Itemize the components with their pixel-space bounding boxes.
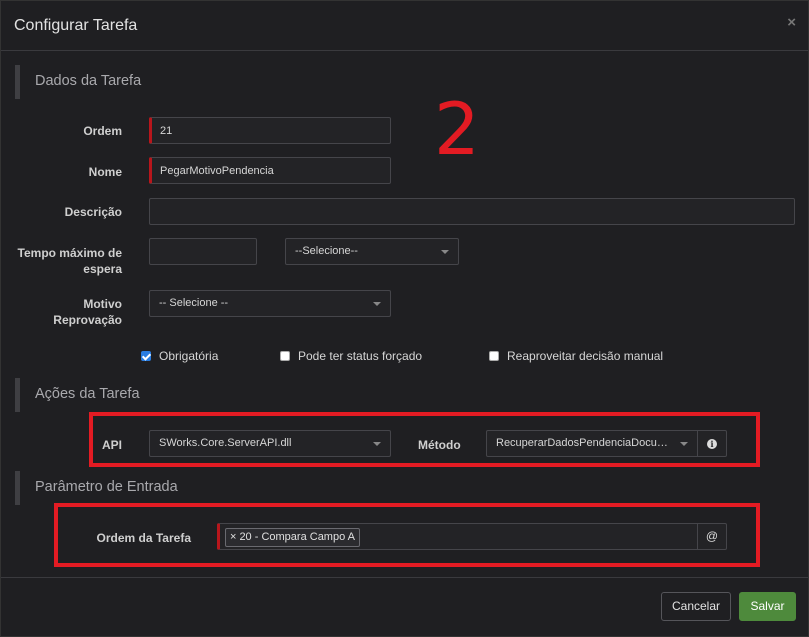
- modal-header: Configurar Tarefa ×: [1, 1, 808, 51]
- section-title-parametro: Parâmetro de Entrada: [35, 479, 178, 495]
- checkbox-reaproveitar[interactable]: Reaproveitar decisão manual: [489, 349, 663, 363]
- tempo-label-line2: espera: [83, 262, 122, 276]
- section-title-dados: Dados da Tarefa: [35, 73, 142, 89]
- checkbox-obrigatoria[interactable]: Obrigatória: [141, 349, 218, 363]
- nome-input[interactable]: [149, 157, 391, 184]
- motivo-label-line2: Reprovação: [53, 313, 122, 327]
- chevron-down-icon: [373, 302, 381, 306]
- section-title-acoes: Ações da Tarefa: [35, 386, 140, 402]
- ordem-input[interactable]: [149, 117, 391, 144]
- nome-label: Nome: [88, 165, 122, 179]
- motivo-select[interactable]: -- Selecione --: [149, 290, 391, 317]
- tempo-label: Tempo máximo de espera: [11, 245, 122, 277]
- annotation-number: 2: [434, 87, 480, 171]
- section-acoes-da-tarefa: Ações da Tarefa: [15, 378, 809, 412]
- descricao-label: Descrição: [64, 205, 122, 219]
- cancel-button[interactable]: Cancelar: [661, 592, 731, 621]
- close-icon[interactable]: ×: [787, 14, 796, 31]
- tempo-unit-select[interactable]: --Selecione--: [285, 238, 459, 265]
- section-dados-da-tarefa: Dados da Tarefa: [15, 65, 809, 99]
- checkbox-unchecked-icon[interactable]: [489, 351, 499, 361]
- checkbox-reaproveitar-label: Reaproveitar decisão manual: [507, 349, 664, 363]
- tempo-label-line1: Tempo máximo de: [17, 246, 122, 260]
- checkbox-unchecked-icon[interactable]: [280, 351, 290, 361]
- checkbox-status-forcado[interactable]: Pode ter status forçado: [280, 349, 422, 363]
- configure-task-modal: Configurar Tarefa × Dados da Tarefa Orde…: [0, 0, 809, 637]
- section-parametro-de-entrada: Parâmetro de Entrada: [15, 471, 809, 505]
- tempo-unit-select-value: --Selecione--: [295, 245, 358, 257]
- ordem-label: Ordem: [83, 124, 122, 138]
- tempo-input[interactable]: [149, 238, 257, 265]
- motivo-label-line1: Motivo: [83, 297, 122, 311]
- descricao-input[interactable]: [149, 198, 795, 225]
- checkbox-status-forcado-label: Pode ter status forçado: [298, 349, 423, 363]
- checkbox-checked-icon[interactable]: [141, 351, 151, 361]
- save-button[interactable]: Salvar: [739, 592, 796, 621]
- motivo-label: Motivo Reprovação: [21, 296, 122, 328]
- chevron-down-icon: [441, 250, 449, 254]
- checkbox-obrigatoria-label: Obrigatória: [159, 349, 219, 363]
- footer-divider: [1, 577, 808, 578]
- motivo-select-value: -- Selecione --: [159, 297, 229, 309]
- annotation-box-parametro: [54, 503, 760, 567]
- modal-title: Configurar Tarefa: [14, 17, 138, 34]
- annotation-box-acoes: [89, 412, 760, 467]
